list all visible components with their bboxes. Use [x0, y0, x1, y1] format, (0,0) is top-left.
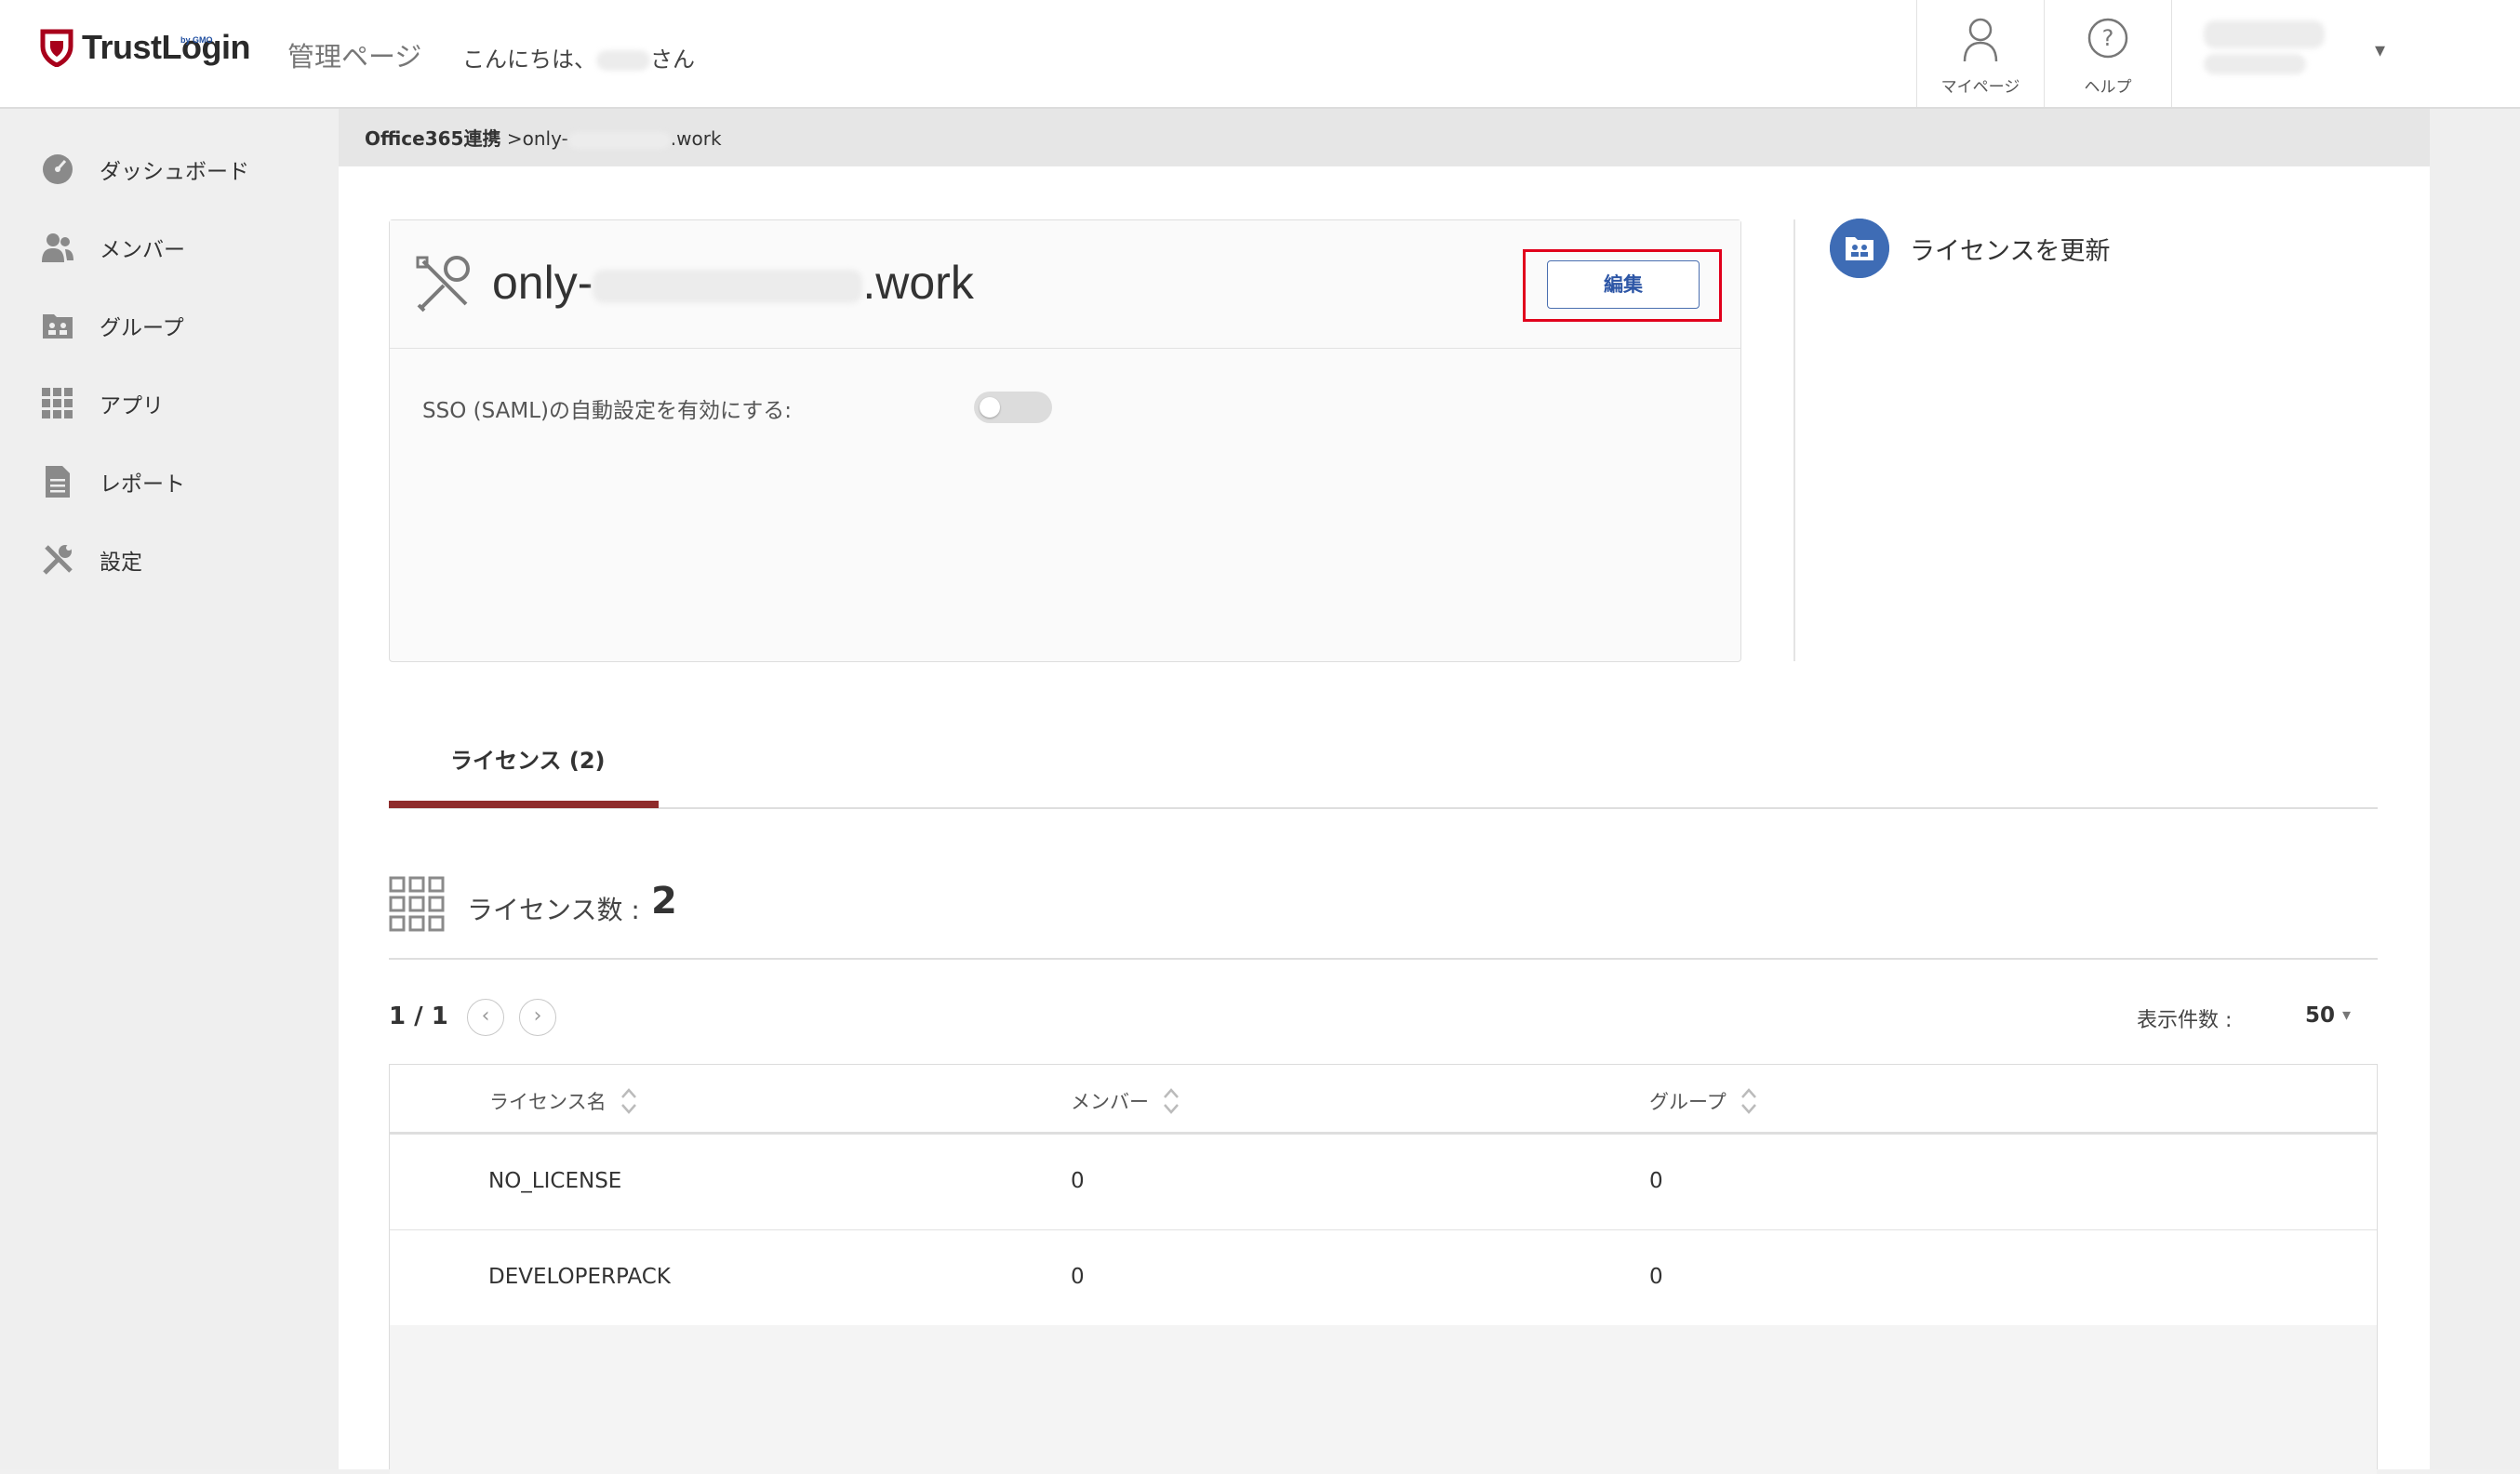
help-circle-icon: ? [2087, 18, 2128, 59]
apps-grid-icon [41, 387, 74, 420]
right-gutter [2430, 109, 2520, 1469]
members-icon [41, 231, 74, 264]
cell-license-name: DEVELOPERPACK [488, 1265, 671, 1289]
license-grid-icon [389, 876, 445, 932]
user-menu[interactable] [2171, 0, 2405, 107]
redacted-user-org [2204, 54, 2306, 74]
settings-tools-icon [41, 543, 74, 577]
vertical-divider [1793, 219, 1795, 661]
sort-icon[interactable] [620, 1085, 638, 1117]
mypage-label: マイページ [1940, 78, 2020, 97]
active-tab-indicator [389, 801, 659, 808]
sidebar-item-label: レポート [100, 472, 185, 497]
update-license-link[interactable]: ライセンスを更新 [1910, 231, 2110, 267]
summary-divider [389, 958, 2378, 960]
breadcrumb-parent-link[interactable]: Office365連携 [365, 127, 500, 150]
sidebar-item-apps[interactable]: アプリ [0, 376, 339, 432]
report-icon [41, 465, 74, 498]
breadcrumb: Office365連携 >only- .work [365, 127, 722, 150]
sso-setting-label: SSO (SAML)の自動設定を有効にする: [422, 399, 792, 423]
per-page-label: 表示件数 : [2137, 1009, 2233, 1032]
cell-groups: 0 [1649, 1265, 1663, 1289]
next-page-icon[interactable]: › [519, 999, 556, 1036]
sidebar-item-reports[interactable]: レポート [0, 454, 339, 510]
redacted-domain [593, 269, 863, 303]
redacted-domain [567, 131, 671, 149]
sidebar: ダッシュボード メンバー グループ アプリ レポート 設定 [0, 109, 339, 1469]
svg-text:?: ? [2102, 25, 2114, 51]
sidebar-item-groups[interactable]: グループ [0, 298, 339, 353]
license-count-value: 2 [651, 880, 677, 923]
sidebar-item-label: ダッシュボード [100, 160, 249, 184]
tab-bar-divider [389, 807, 2378, 809]
sidebar-item-members[interactable]: メンバー [0, 219, 339, 275]
help-button[interactable]: ? ヘルプ [2044, 0, 2171, 107]
prev-page-icon[interactable]: ‹ [467, 999, 504, 1036]
table-header: ライセンス名 メンバー グループ [390, 1065, 2377, 1135]
cell-license-name: NO_LICENSE [488, 1169, 622, 1193]
table-empty-area [390, 1325, 2377, 1474]
greeting: こんにちは、 さん [462, 46, 695, 73]
sidebar-item-label: 設定 [100, 551, 142, 575]
logo-sub: by GMO [180, 35, 213, 45]
app-title: only- .work [492, 257, 974, 309]
tab-licenses[interactable]: ライセンス (2) [450, 742, 606, 775]
user-icon [1963, 18, 1998, 62]
per-page-select[interactable]: 50 [2305, 1003, 2335, 1028]
trustlogin-logo[interactable]: TrustLogin [39, 24, 250, 71]
table-row[interactable]: DEVELOPERPACK 0 0 [390, 1230, 2377, 1326]
top-header: TrustLogin by GMO 管理ページ こんにちは、 さん マイページ ?… [0, 0, 2520, 109]
user-menu-caret-icon[interactable]: ▾ [2375, 39, 2385, 62]
sidebar-item-settings[interactable]: 設定 [0, 532, 339, 588]
admin-page-title: 管理ページ [287, 41, 422, 73]
license-count-label: ライセンス数 : [467, 895, 640, 925]
help-label: ヘルプ [2084, 78, 2132, 97]
sidebar-item-label: アプリ [100, 394, 164, 418]
redacted-username [596, 50, 650, 71]
redacted-user-name [2204, 20, 2325, 48]
per-page-caret-icon[interactable]: ▾ [2342, 1005, 2351, 1025]
page-indicator: 1 / 1 [389, 1003, 448, 1030]
dashboard-icon [41, 153, 74, 186]
column-header-license-name[interactable]: ライセンス名 [489, 1085, 638, 1117]
column-header-members[interactable]: メンバー [1071, 1085, 1180, 1117]
edit-button[interactable]: 編集 [1547, 260, 1700, 309]
sidebar-item-label: メンバー [100, 238, 185, 262]
mypage-button[interactable]: マイページ [1916, 0, 2044, 107]
license-table: ライセンス名 メンバー グループ NO_LICENSE 0 0 DEVELOPE… [389, 1064, 2378, 1474]
table-row[interactable]: NO_LICENSE 0 0 [390, 1135, 2377, 1230]
sso-auto-setting-toggle[interactable] [974, 392, 1052, 423]
cell-groups: 0 [1649, 1169, 1663, 1193]
cell-members: 0 [1071, 1265, 1085, 1289]
tools-icon [416, 256, 470, 312]
sidebar-item-dashboard[interactable]: ダッシュボード [0, 141, 339, 197]
sort-icon[interactable] [1740, 1085, 1758, 1117]
update-license-icon[interactable] [1830, 219, 1889, 278]
column-header-groups[interactable]: グループ [1649, 1085, 1758, 1117]
toggle-knob [980, 397, 1000, 418]
logo-text: TrustLogin [82, 28, 250, 66]
shield-logo-icon [40, 29, 73, 67]
sidebar-item-label: グループ [100, 316, 184, 340]
group-icon [41, 309, 74, 342]
cell-members: 0 [1071, 1169, 1085, 1193]
sort-icon[interactable] [1162, 1085, 1180, 1117]
